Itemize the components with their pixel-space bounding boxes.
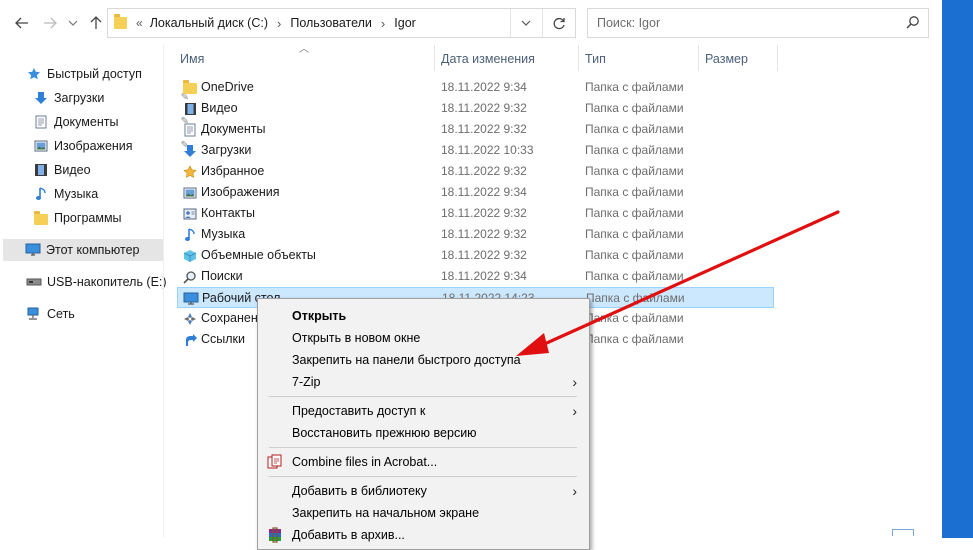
red-annotation-arrow bbox=[516, 210, 840, 356]
